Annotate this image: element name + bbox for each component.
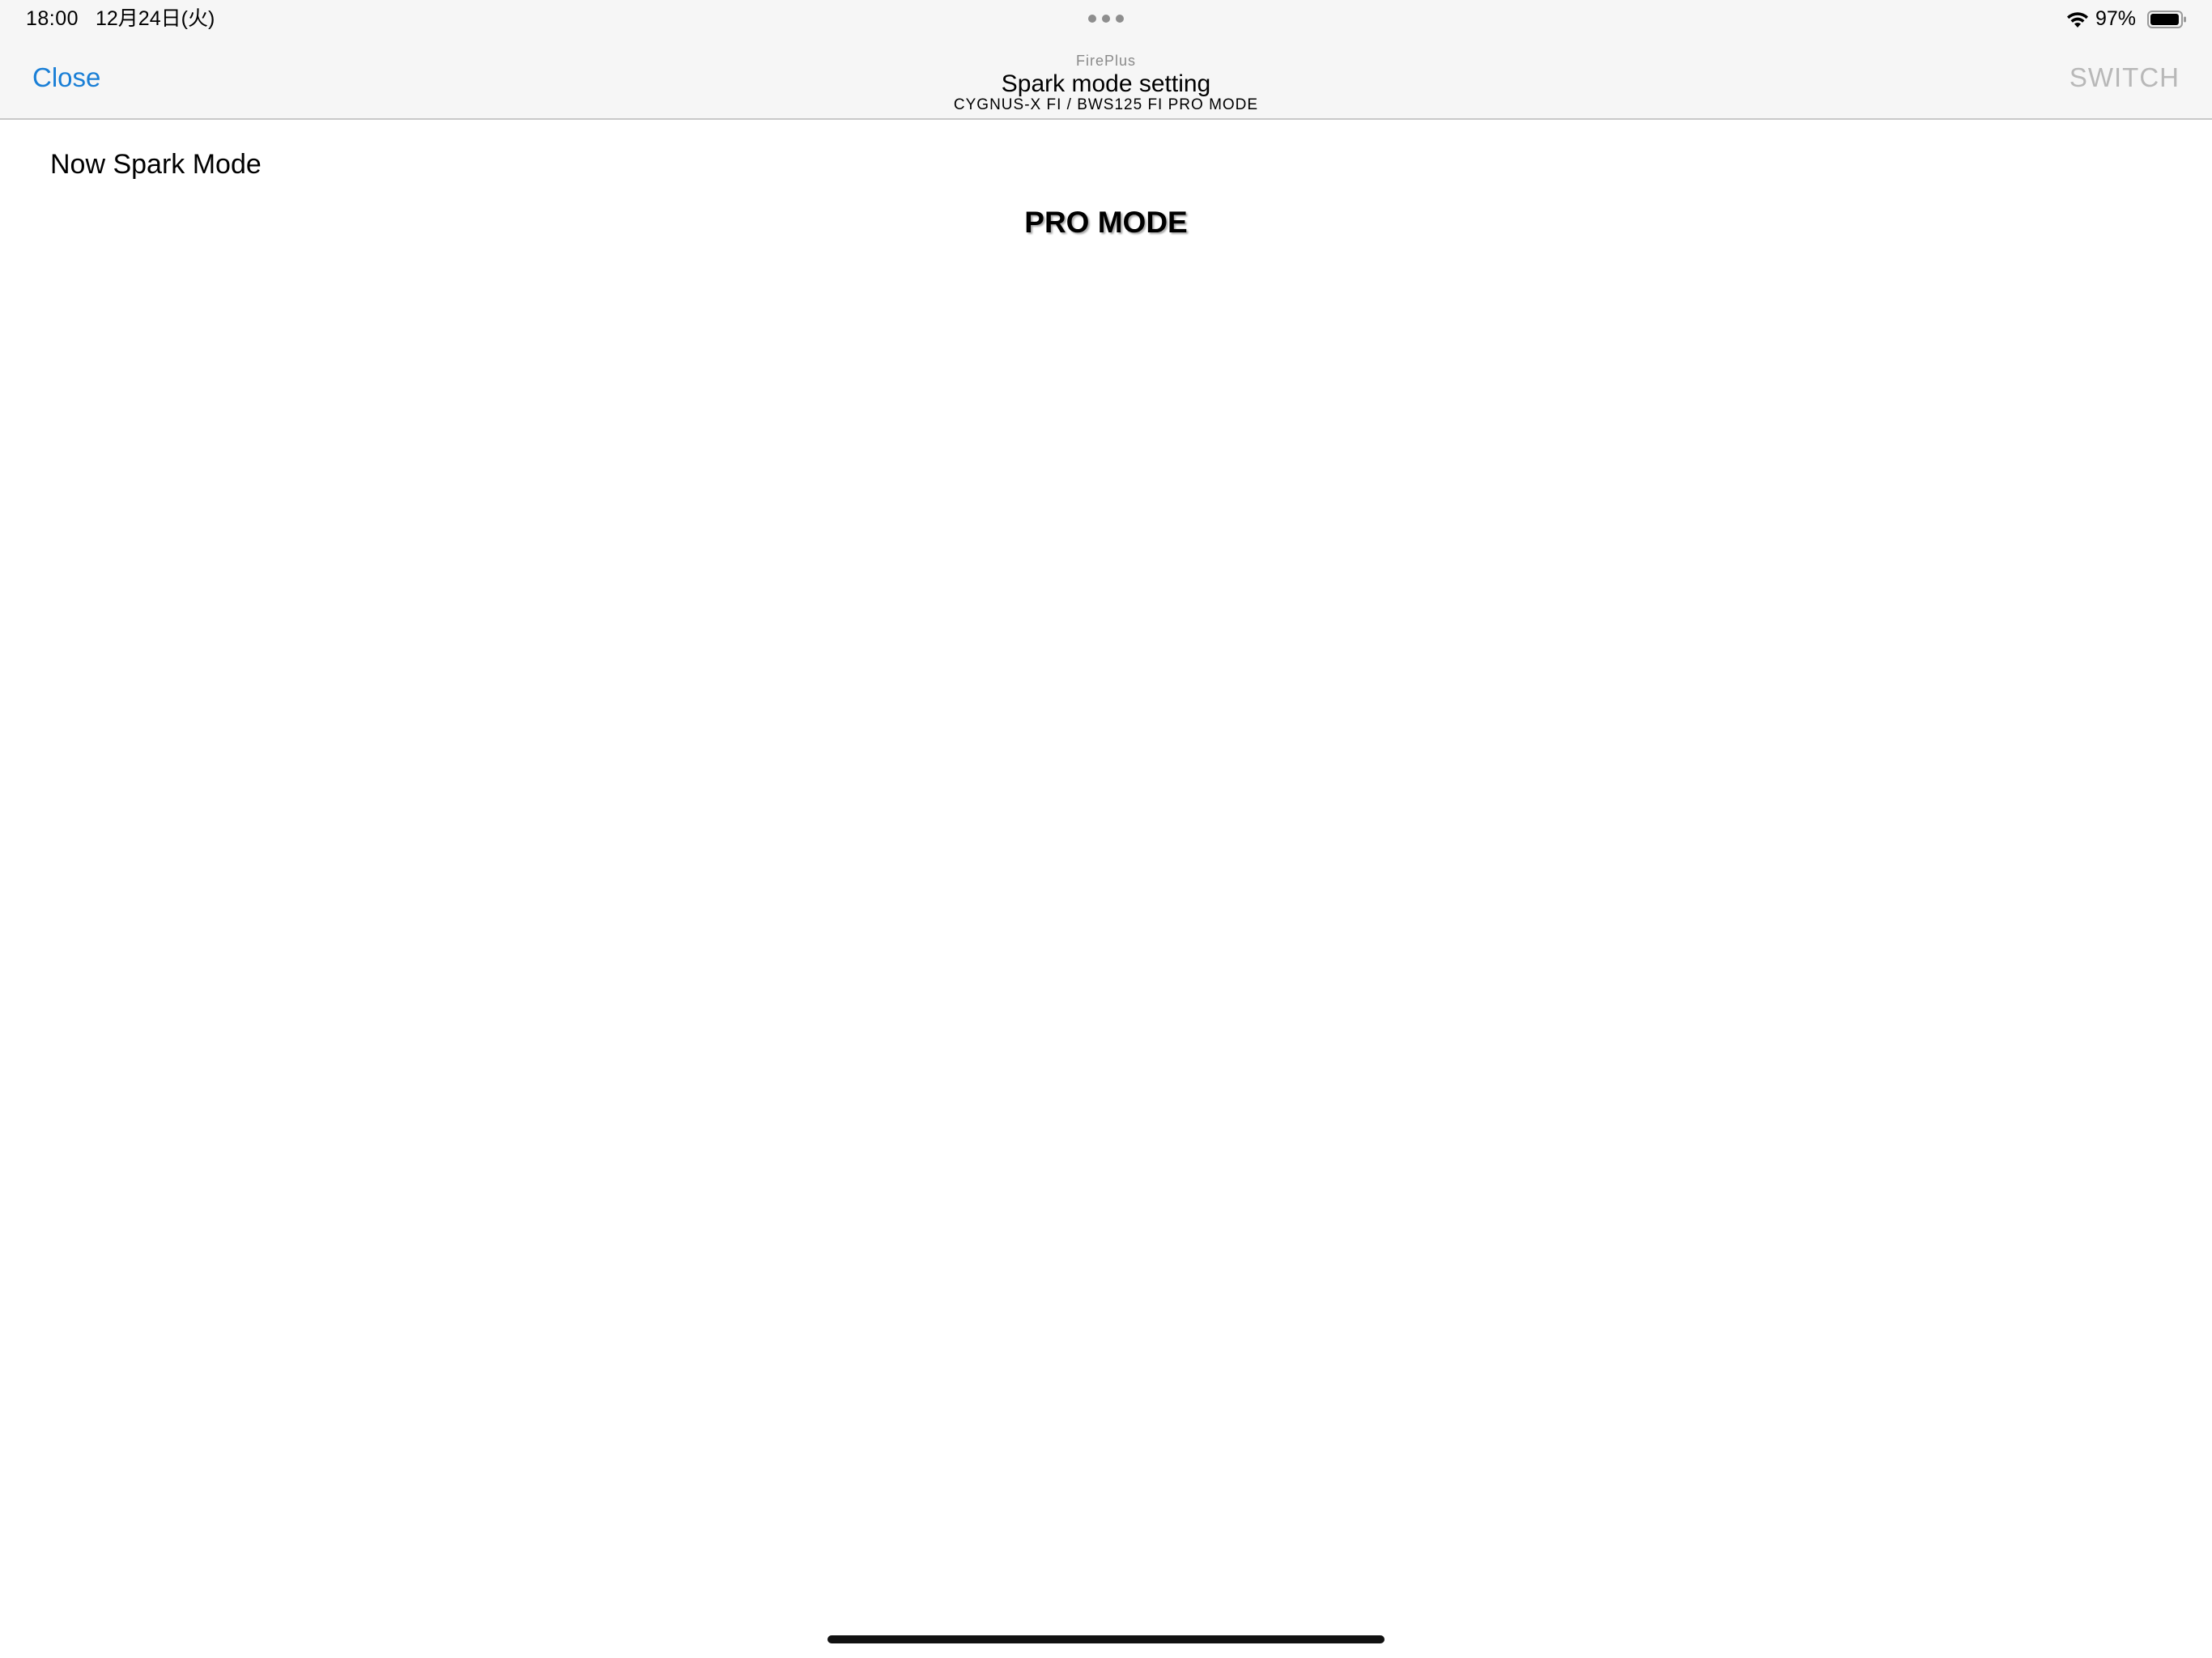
spark-mode-value: PRO MODE <box>1024 206 1188 239</box>
now-spark-mode-label: Now Spark Mode <box>50 149 262 180</box>
app-screen: 18:00 12月24日(火) 97% Close FirePlus Spark… <box>0 0 2212 1658</box>
dot <box>1116 15 1124 23</box>
battery-fill <box>2150 14 2179 25</box>
nav-title-block: FirePlus Spark mode setting CYGNUS-X FI … <box>782 52 1430 114</box>
status-time: 18:00 <box>26 7 79 30</box>
battery-icon <box>2147 11 2186 28</box>
home-indicator[interactable] <box>827 1635 1385 1643</box>
top-bar: 18:00 12月24日(火) 97% Close FirePlus Spark… <box>0 0 2212 120</box>
dot <box>1088 15 1096 23</box>
dot <box>1102 15 1110 23</box>
switch-button[interactable]: SWITCH <box>2069 62 2180 94</box>
multitasking-dots-icon[interactable] <box>1088 15 1124 23</box>
wifi-icon <box>2067 12 2088 28</box>
close-button[interactable]: Close <box>32 62 100 94</box>
app-name: FirePlus <box>1075 53 1136 69</box>
battery-percent: 97% <box>2095 7 2137 30</box>
status-date: 12月24日(火) <box>96 7 215 30</box>
page-subtitle: CYGNUS-X FI / BWS125 FI PRO MODE <box>953 96 1259 113</box>
page-title: Spark mode setting <box>1001 70 1211 97</box>
